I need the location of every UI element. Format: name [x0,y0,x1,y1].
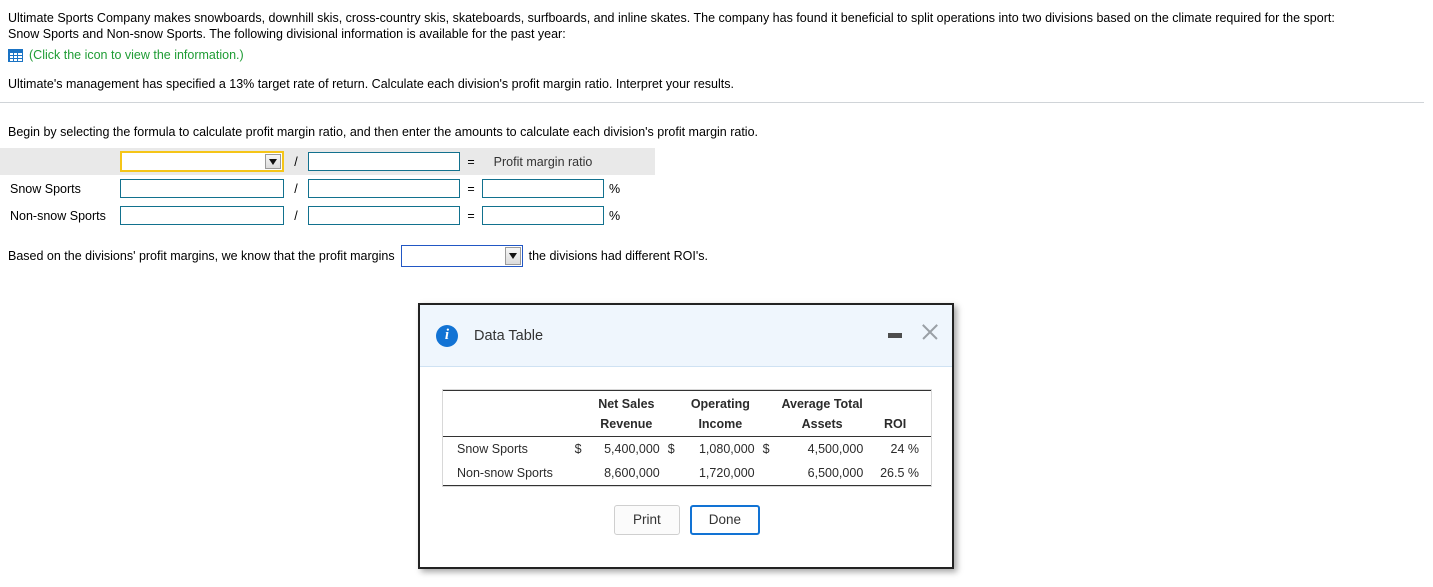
profit-margin-formula-grid: / = Profit margin ratio Snow Sports / = … [0,148,700,229]
conclusion-text-after: the divisions had different ROI's. [528,249,708,263]
chevron-down-icon[interactable] [265,154,281,169]
header-blank-7 [570,414,589,437]
header-net-sales: Net Sales [598,397,655,411]
cell-division-name: Non-snow Sports [443,461,571,486]
cell-division-name: Snow Sports [457,442,528,456]
snow-sports-numerator-input[interactable] [120,179,284,198]
formula-row-snow-sports: Snow Sports / = % [0,175,700,202]
non-snow-sports-denominator-input[interactable] [308,206,460,225]
cell-net-sales-revenue: 5,400,000 [604,442,660,456]
section-divider [0,102,1424,103]
cell-operating-income: 1,080,000 [698,442,755,456]
header-assets: Assets [776,414,868,437]
formula-header-row: / = Profit margin ratio [0,148,655,175]
problem-question: Ultimate's management has specified a 13… [8,77,734,91]
formula-header-equals: = [467,154,475,169]
cell-operating-currency: $ [667,442,675,456]
formula-numerator-dropdown[interactable] [120,151,284,172]
header-blank-3 [664,391,682,415]
cell-net-sales-revenue: 8,600,000 [588,461,664,486]
header-blank-8 [663,414,683,437]
header-income: Income [682,414,759,437]
header-blank-9 [758,414,777,437]
snow-sports-denominator-input[interactable] [308,179,460,198]
non-snow-sports-result-input[interactable] [482,206,604,225]
dialog-title: Data Table [474,327,544,344]
header-blank-2 [571,391,589,415]
cell-operating-income: 1,720,000 [682,461,759,486]
divisional-data-table: Net Sales Operating Average Total Revenu… [443,390,931,486]
data-table-link[interactable]: (Click the icon to view the information.… [8,48,1408,62]
formula-row-non-snow-sports: Non-snow Sports / = % [0,202,700,229]
cell-assets-currency: $ [762,442,770,456]
intro-paragraph-line-1: Ultimate Sports Company makes snowboards… [8,11,1335,25]
non-snow-sports-percent-sign: % [609,208,621,223]
cell-roi: 26.5 % [867,461,931,486]
header-blank-6 [443,414,571,437]
header-blank-5 [867,391,931,415]
non-snow-sports-slash: / [294,208,298,223]
header-operating: Operating [690,397,750,411]
cell-net-sales-currency [570,461,589,486]
print-button[interactable]: Print [613,505,680,535]
snow-sports-equals: = [467,181,475,196]
conclusion-sentence: Based on the divisions' profit margins, … [8,245,708,267]
cell-average-total-assets: 6,500,000 [776,461,868,486]
snow-sports-result-input[interactable] [482,179,604,198]
dialog-header: i Data Table [420,305,952,367]
dialog-footer: Print Done [442,505,932,535]
cell-net-sales-currency: $ [574,442,582,456]
dialog-body: Net Sales Operating Average Total Revenu… [420,367,952,535]
snow-sports-percent-sign: % [609,181,621,196]
intro-paragraph-line-2: Snow Sports and Non-snow Sports. The fol… [8,27,566,41]
table-row: Non-snow Sports 8,600,000 1,720,000 6,50… [443,461,931,486]
table-header-row-1: Net Sales Operating Average Total [443,390,931,415]
header-average-total: Average Total [781,397,863,411]
done-button[interactable]: Done [689,505,761,535]
conclusion-dropdown[interactable] [400,245,523,267]
formula-result-label: Profit margin ratio [493,154,593,169]
header-roi: ROI [867,414,931,437]
cell-roi: 24 % [890,442,920,456]
data-table-link-label[interactable]: (Click the icon to view the information.… [29,48,244,62]
form-instruction: Begin by selecting the formula to calcul… [8,125,759,139]
cell-operating-currency [663,461,683,486]
formula-header-slash: / [294,154,298,169]
non-snow-sports-numerator-input[interactable] [120,206,284,225]
chevron-down-icon[interactable] [504,247,521,265]
row-label-snow-sports: Snow Sports [10,181,81,196]
close-icon[interactable] [920,322,940,342]
data-table-container: Net Sales Operating Average Total Revenu… [442,389,932,487]
data-table-grid-icon[interactable] [8,48,23,62]
header-blank-4 [759,391,777,415]
conclusion-text-before: Based on the divisions' profit margins, … [8,249,395,263]
formula-denominator-input[interactable] [308,152,460,171]
info-circle-icon: i [436,324,458,347]
table-header-row-2: Revenue Income Assets ROI [443,414,931,437]
snow-sports-slash: / [294,181,298,196]
non-snow-sports-equals: = [467,208,475,223]
table-row: Snow Sports $ 5,400,000 $ 1,080,000 $ 4,… [443,437,931,462]
data-table-dialog: i Data Table Net Sales Operating Average… [418,303,954,569]
cell-average-total-assets: 4,500,000 [807,442,864,456]
minimize-icon[interactable] [888,333,902,338]
problem-intro: Ultimate Sports Company makes snowboards… [8,10,1408,92]
header-revenue: Revenue [588,414,664,437]
cell-assets-currency [758,461,777,486]
row-label-non-snow-sports: Non-snow Sports [10,208,106,223]
header-blank-1 [443,391,571,415]
